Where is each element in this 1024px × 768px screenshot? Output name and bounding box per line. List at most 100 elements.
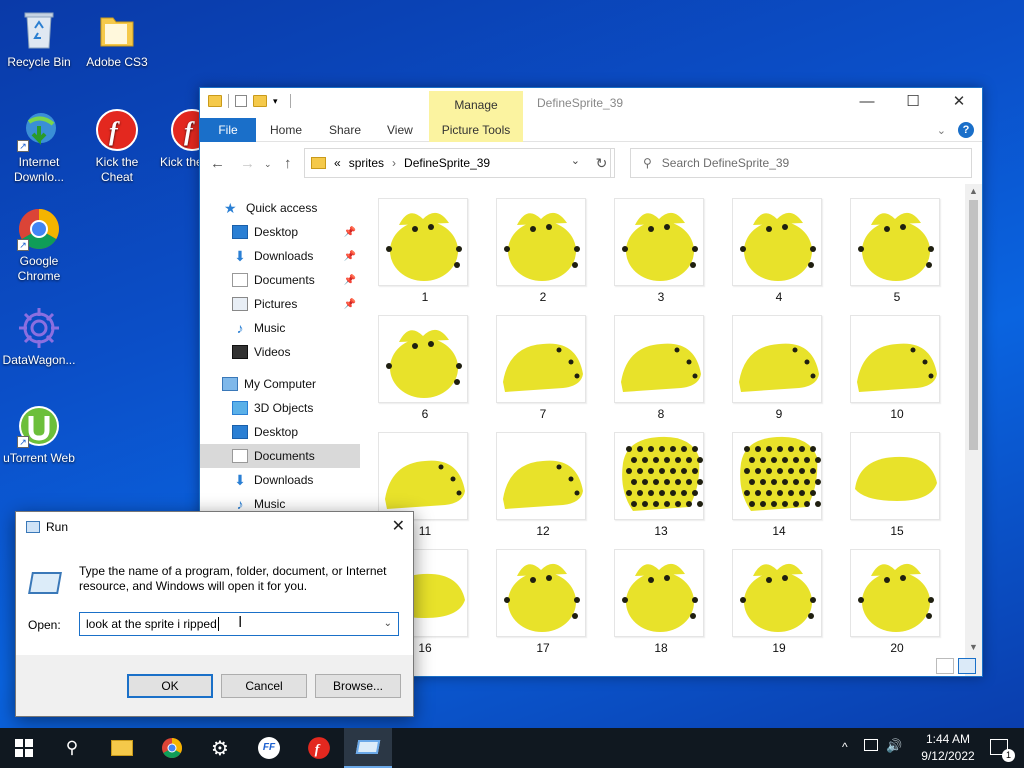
image-thumbnail[interactable]: [496, 198, 586, 286]
run-title-bar[interactable]: Run ✕: [16, 512, 413, 542]
file-item[interactable]: 1: [378, 198, 496, 315]
pin-icon[interactable]: 📌: [344, 299, 356, 310]
run-dialog[interactable]: Run ✕ Type the name of a program, folder…: [15, 511, 414, 717]
image-thumbnail[interactable]: [614, 198, 704, 286]
pin-icon[interactable]: 📌: [344, 251, 356, 262]
image-thumbnail[interactable]: [732, 315, 822, 403]
desktop-icon-internet-download-manager[interactable]: ↗ Internet Downlo...: [0, 108, 78, 185]
tab-picture-tools[interactable]: Picture Tools: [429, 118, 523, 142]
file-item[interactable]: 6: [378, 315, 496, 432]
file-item[interactable]: 8: [614, 315, 732, 432]
recent-locations-icon[interactable]: ⌄: [264, 159, 272, 170]
pin-icon[interactable]: 📌: [344, 227, 356, 238]
file-item[interactable]: 14: [732, 432, 850, 549]
file-item[interactable]: 13: [614, 432, 732, 549]
taskbar-settings[interactable]: ⚙: [196, 728, 244, 768]
large-icons-view-icon[interactable]: [958, 658, 976, 674]
manage-tab[interactable]: Manage: [429, 91, 523, 118]
ok-button[interactable]: OK: [127, 674, 213, 698]
image-thumbnail[interactable]: [850, 198, 940, 286]
title-bar[interactable]: ▾ Manage DefineSprite_39 — ☐ ✕: [200, 88, 982, 118]
image-thumbnail[interactable]: [378, 432, 468, 520]
close-button[interactable]: ✕: [936, 88, 982, 118]
image-thumbnail[interactable]: [378, 315, 468, 403]
address-bar[interactable]: « sprites › DefineSprite_39 ⌄: [304, 148, 611, 178]
image-thumbnail[interactable]: [496, 315, 586, 403]
taskbar-file-explorer[interactable]: [98, 728, 146, 768]
nav-pc-desktop[interactable]: Desktop: [200, 420, 360, 444]
image-thumbnail[interactable]: [732, 549, 822, 637]
image-thumbnail[interactable]: [850, 432, 940, 520]
nav-qa-pictures[interactable]: Pictures 📌: [200, 292, 360, 316]
image-thumbnail[interactable]: [850, 315, 940, 403]
nav-pc-documents[interactable]: Documents: [200, 444, 360, 468]
nav-pc-downloads[interactable]: ⬇ Downloads: [200, 468, 360, 492]
show-hidden-icons-icon[interactable]: ^: [842, 740, 848, 754]
expand-ribbon-icon[interactable]: ⌄: [937, 124, 946, 137]
open-input-value[interactable]: look at the sprite i ripped: [86, 617, 217, 631]
network-icon[interactable]: [864, 739, 878, 751]
breadcrumb-definesprite[interactable]: DefineSprite_39: [404, 156, 490, 170]
image-thumbnail[interactable]: [496, 549, 586, 637]
image-thumbnail[interactable]: [378, 198, 468, 286]
image-thumbnail[interactable]: [614, 432, 704, 520]
image-thumbnail[interactable]: [614, 549, 704, 637]
start-button[interactable]: [0, 728, 48, 768]
file-item[interactable]: 12: [496, 432, 614, 549]
breadcrumb-sprites[interactable]: sprites: [349, 156, 384, 170]
new-folder-icon[interactable]: [253, 95, 267, 107]
maximize-button[interactable]: ☐: [890, 88, 936, 118]
help-icon[interactable]: ?: [958, 122, 974, 138]
desktop-icon-adobe-cs3[interactable]: Adobe CS3: [78, 8, 156, 70]
breadcrumb-overflow[interactable]: «: [334, 156, 341, 170]
taskbar-flash[interactable]: f: [295, 728, 343, 768]
image-thumbnail[interactable]: [614, 315, 704, 403]
forward-arrow-icon[interactable]: →: [240, 155, 255, 172]
nav-quick-access[interactable]: ★ Quick access: [200, 196, 360, 220]
scroll-up-icon[interactable]: ▲: [965, 186, 982, 196]
pin-icon[interactable]: 📌: [344, 275, 356, 286]
clock[interactable]: 1:44 AM 9/12/2022: [918, 731, 978, 765]
image-thumbnail[interactable]: [850, 549, 940, 637]
tab-view[interactable]: View: [387, 118, 413, 142]
file-item[interactable]: 7: [496, 315, 614, 432]
details-view-icon[interactable]: [936, 658, 954, 674]
file-item[interactable]: 5: [850, 198, 966, 315]
customize-toolbar-icon[interactable]: ▾: [273, 96, 278, 107]
up-arrow-icon[interactable]: ↑: [284, 155, 292, 172]
file-item[interactable]: 2: [496, 198, 614, 315]
desktop-icon-google-chrome[interactable]: ↗ Google Chrome: [0, 207, 78, 284]
file-list[interactable]: 1 2 3 4 5 6 7 8 9 10 11 12 13 14 15 16 17 18 19 20: [360, 184, 966, 676]
desktop-icon-kick-the-cheat-d[interactable]: f Kick the Cheat_d...: [156, 108, 200, 170]
nav-pc-3d-objects[interactable]: 3D Objects: [200, 396, 360, 420]
taskbar-run[interactable]: [344, 728, 392, 768]
desktop-icon-recycle-bin[interactable]: Recycle Bin: [0, 8, 78, 70]
vertical-scrollbar[interactable]: ▲ ▼: [965, 184, 982, 676]
search-button[interactable]: ⚲: [48, 728, 96, 768]
minimize-button[interactable]: —: [844, 88, 890, 118]
nav-qa-desktop[interactable]: Desktop 📌: [200, 220, 360, 244]
scroll-down-icon[interactable]: ▼: [965, 642, 982, 652]
close-button[interactable]: ✕: [392, 516, 405, 536]
tab-home[interactable]: Home: [270, 118, 302, 142]
taskbar-chrome[interactable]: [148, 728, 196, 768]
scrollbar-thumb[interactable]: [969, 200, 978, 450]
tab-share[interactable]: Share: [329, 118, 361, 142]
file-item[interactable]: 15: [850, 432, 966, 549]
desktop-icon-kick-the-cheat[interactable]: f Kick the Cheat: [78, 108, 156, 185]
volume-icon[interactable]: 🔊: [886, 738, 902, 754]
refresh-button[interactable]: ↻: [589, 148, 615, 178]
file-item[interactable]: 9: [732, 315, 850, 432]
nav-qa-videos[interactable]: Videos: [200, 340, 360, 364]
nav-qa-downloads[interactable]: ⬇ Downloads 📌: [200, 244, 360, 268]
desktop-icon-datawagon[interactable]: DataWagon...: [0, 306, 78, 368]
desktop-icon-utorrent-web[interactable]: ↗ uTorrent Web: [0, 404, 78, 466]
file-item[interactable]: 17: [496, 549, 614, 666]
properties-icon[interactable]: [235, 95, 247, 107]
file-item[interactable]: 20: [850, 549, 966, 666]
file-item[interactable]: 4: [732, 198, 850, 315]
image-thumbnail[interactable]: [496, 432, 586, 520]
file-item[interactable]: 18: [614, 549, 732, 666]
chevron-down-icon[interactable]: ⌄: [384, 613, 392, 635]
cancel-button[interactable]: Cancel: [221, 674, 307, 698]
